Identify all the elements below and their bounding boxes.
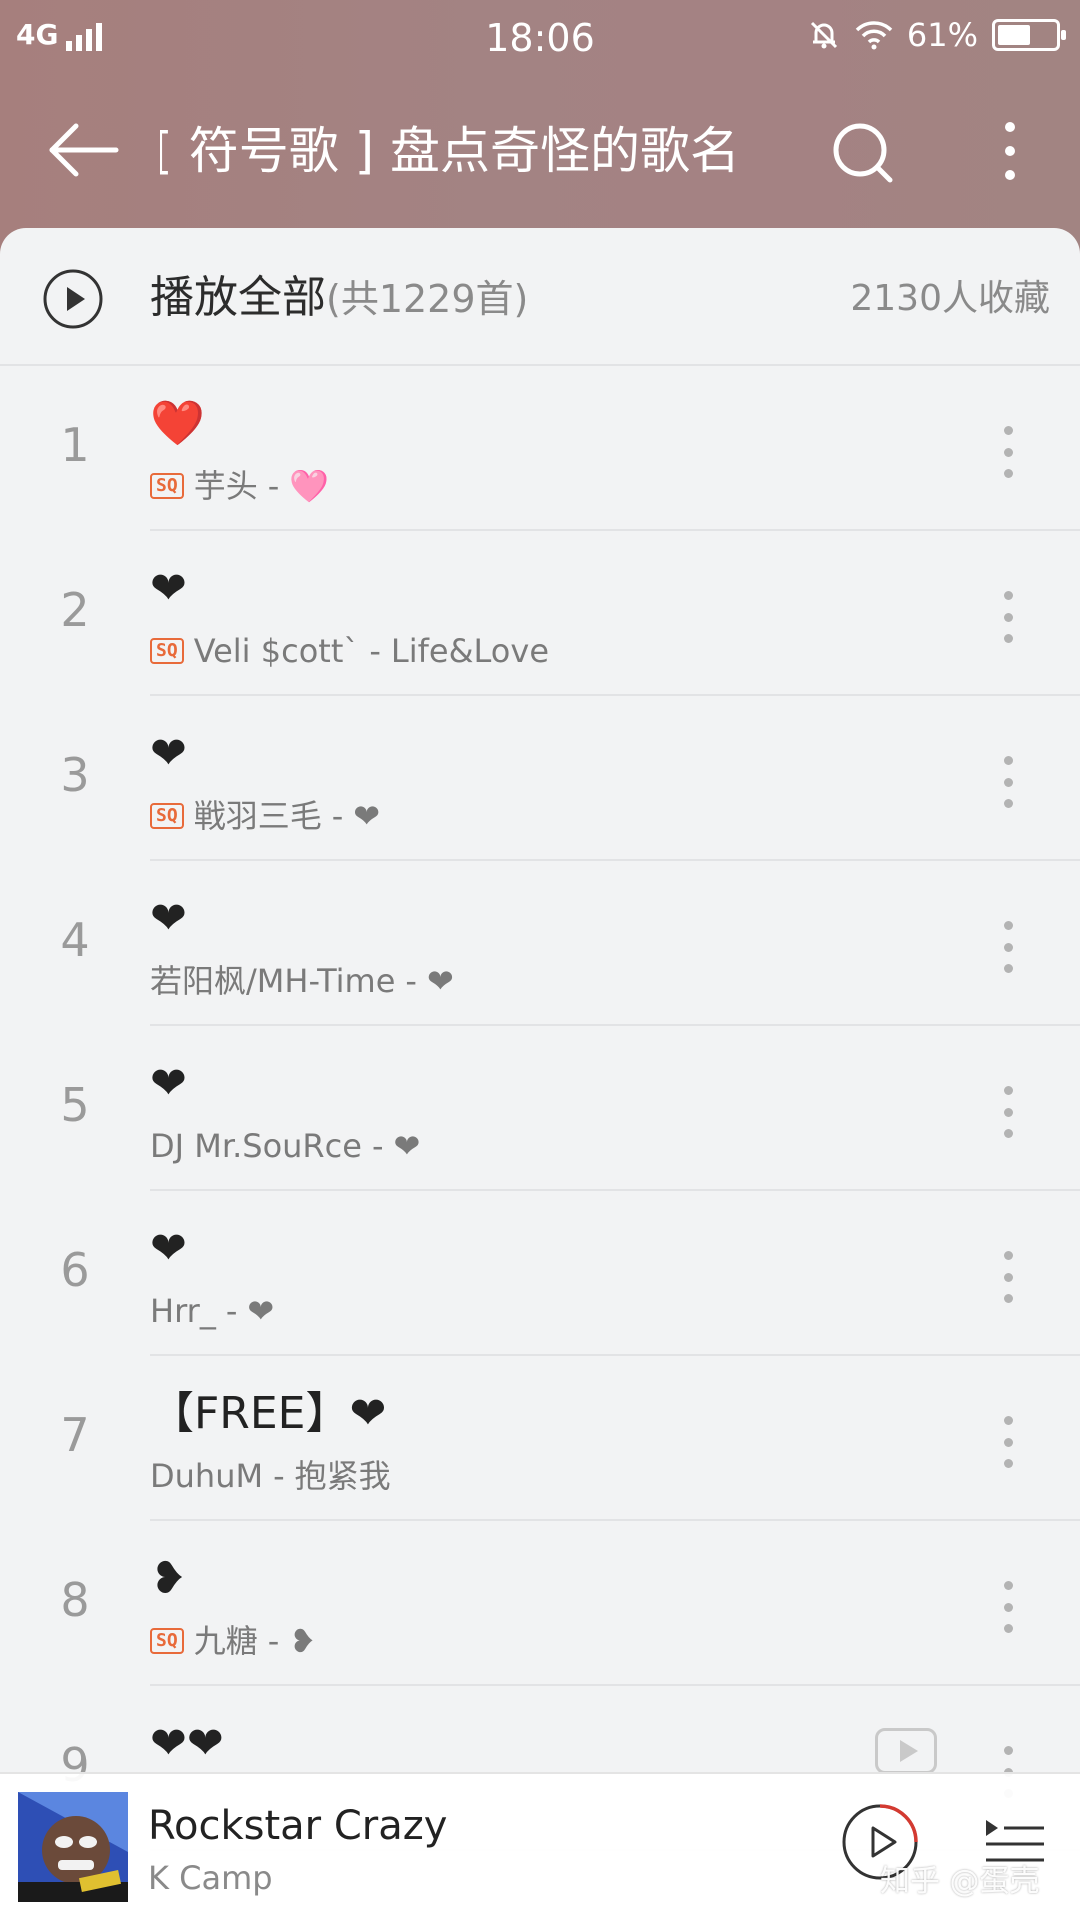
song-index: 8 — [60, 1573, 90, 1627]
back-arrow-icon[interactable] — [44, 118, 124, 182]
artist-album-separator: - — [405, 962, 417, 1000]
song-index: 2 — [60, 583, 90, 637]
song-album: ❥ — [289, 1622, 317, 1660]
song-more-icon[interactable] — [996, 756, 1020, 808]
song-index: 1 — [60, 418, 90, 472]
play-all-bar[interactable]: 播放全部(共1229首) 2130人收藏 — [0, 228, 1080, 366]
song-subtitle: Hrr_ - ❤ — [150, 1289, 274, 1333]
song-more-icon[interactable] — [996, 921, 1020, 973]
song-row[interactable]: 5 ❤ DJ Mr.SouRce - ❤ — [0, 1026, 1080, 1191]
now-playing-title: Rockstar Crazy — [148, 1803, 448, 1849]
track-count: (共1229首) — [326, 277, 529, 321]
song-subtitle: SQ 戦羽三毛 - ❤ — [150, 794, 380, 838]
song-album: 🩷 — [289, 467, 330, 505]
artist-album-separator: - — [369, 632, 381, 670]
song-index: 3 — [60, 748, 90, 802]
more-options-icon[interactable] — [990, 118, 1030, 184]
song-title: 【FREE】❤ — [150, 1388, 387, 1439]
song-album: ❤ — [353, 797, 381, 835]
song-index: 7 — [60, 1408, 90, 1462]
song-row[interactable]: 2 ❤ SQ Veli $cott` - Life&Love — [0, 531, 1080, 696]
song-row[interactable]: 1 ❤️ SQ 芋头 - 🩷 — [0, 366, 1080, 531]
artist-album-separator: - — [267, 1622, 280, 1660]
song-title: ❤❤ — [150, 1718, 224, 1769]
song-album: Life&Love — [390, 632, 549, 670]
song-artist: DJ Mr.SouRce — [150, 1127, 362, 1165]
song-artist: DuhuM — [150, 1457, 264, 1495]
song-index: 4 — [60, 913, 90, 967]
artist-album-separator: - — [371, 1127, 384, 1165]
song-artist: 九糖 — [193, 1622, 258, 1660]
song-album: 抱紧我 — [294, 1457, 391, 1495]
song-title: ❤ — [150, 563, 187, 614]
now-playing-artist: K Camp — [148, 1859, 273, 1897]
playlist-title: [ 符号歌 ] 盘点奇怪的歌名 — [160, 122, 740, 180]
song-more-icon[interactable] — [996, 1581, 1020, 1633]
artist-album-separator: - — [225, 1292, 238, 1330]
song-artist: 芋头 — [193, 467, 258, 505]
play-all-label[interactable]: 播放全部(共1229首) — [150, 268, 528, 329]
album-cover-art — [18, 1792, 128, 1902]
song-title: ❥ — [150, 1553, 187, 1604]
play-all-text: 播放全部 — [150, 272, 326, 323]
song-artist: Veli $cott` — [193, 632, 360, 670]
song-album: ❤ — [393, 1127, 421, 1165]
toolbar: [ 符号歌 ] 盘点奇怪的歌名 — [0, 100, 1080, 200]
watermark: 知乎 @蛋壳 — [880, 1864, 1040, 1899]
song-artist: Hrr_ — [150, 1292, 216, 1330]
song-more-icon[interactable] — [996, 1251, 1020, 1303]
play-all-icon[interactable] — [42, 268, 104, 330]
sq-quality-icon: SQ — [150, 473, 184, 499]
muted-bell-icon — [810, 21, 837, 49]
album-cover[interactable] — [18, 1792, 128, 1902]
song-index: 5 — [60, 1078, 90, 1132]
song-row[interactable]: 6 ❤ Hrr_ - ❤ — [0, 1191, 1080, 1356]
wifi-icon — [855, 21, 893, 50]
song-index: 6 — [60, 1243, 90, 1297]
song-more-icon[interactable] — [996, 1086, 1020, 1138]
song-title: ❤ — [150, 1058, 187, 1109]
song-title: ❤ — [150, 728, 187, 779]
song-row[interactable]: 7 【FREE】❤ DuhuM - 抱紧我 — [0, 1356, 1080, 1521]
status-bar: 4G 18:06 61% — [0, 0, 1080, 76]
song-title: ❤ — [150, 1223, 187, 1274]
song-row[interactable]: 3 ❤ SQ 戦羽三毛 - ❤ — [0, 696, 1080, 861]
sq-quality-icon: SQ — [150, 638, 184, 664]
song-subtitle: SQ 芋头 - 🩷 — [150, 464, 329, 508]
mini-player[interactable]: Rockstar Crazy K Camp 知乎 @蛋壳 — [0, 1772, 1080, 1920]
song-list: 1 ❤️ SQ 芋头 - 🩷 2 ❤ SQ Veli $cott` - Life&Love 3 ❤ SQ 戦羽… — [0, 366, 1080, 1851]
song-subtitle: 若阳枫/MH-Time - ❤ — [150, 959, 454, 1003]
song-row[interactable]: 4 ❤ 若阳枫/MH-Time - ❤ — [0, 861, 1080, 1026]
artist-album-separator: - — [273, 1457, 285, 1495]
battery-percent: 61% — [906, 16, 978, 54]
mv-video-icon[interactable] — [875, 1728, 937, 1774]
song-more-icon[interactable] — [996, 426, 1020, 478]
song-subtitle: DuhuM - 抱紧我 — [150, 1454, 391, 1498]
song-album: ❤ — [426, 962, 454, 1000]
song-artist: 若阳枫/MH-Time — [150, 962, 396, 1000]
artist-album-separator: - — [267, 467, 280, 505]
artist-album-separator: - — [331, 797, 344, 835]
song-subtitle: SQ 九糖 - ❥ — [150, 1619, 316, 1663]
song-artist: 戦羽三毛 — [193, 797, 322, 835]
song-subtitle: DJ Mr.SouRce - ❤ — [150, 1124, 420, 1168]
collect-count: 2130人收藏 — [850, 278, 1050, 319]
playlist-card: 播放全部(共1229首) 2130人收藏 1 ❤️ SQ 芋头 - 🩷 2 ❤ SQ Veli $… — [0, 228, 1080, 1920]
sq-quality-icon: SQ — [150, 803, 184, 829]
search-icon[interactable] — [830, 120, 894, 184]
song-album: ❤ — [247, 1292, 275, 1330]
song-title: ❤ — [150, 893, 187, 944]
song-title: ❤️ — [150, 398, 205, 449]
song-more-icon[interactable] — [996, 591, 1020, 643]
song-subtitle: SQ Veli $cott` - Life&Love — [150, 629, 549, 673]
sq-quality-icon: SQ — [150, 1628, 184, 1654]
song-row[interactable]: 8 ❥ SQ 九糖 - ❥ — [0, 1521, 1080, 1686]
song-more-icon[interactable] — [996, 1416, 1020, 1468]
status-icons: 61% — [807, 16, 1066, 54]
battery-icon — [992, 19, 1066, 51]
